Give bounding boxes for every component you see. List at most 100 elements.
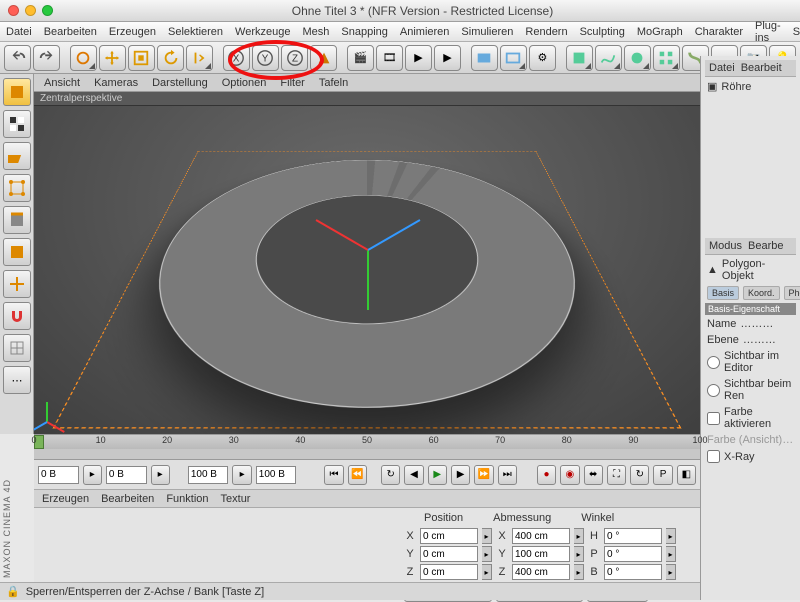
redo-button[interactable] [33, 45, 60, 71]
vis-editor[interactable]: Sichtbar im Editor [705, 349, 796, 375]
menu-item[interactable]: Mesh [302, 26, 329, 38]
play-button[interactable]: ▶ [428, 465, 447, 485]
texture-mode-button[interactable] [3, 110, 31, 138]
autokey-button[interactable]: ◉ [560, 465, 579, 485]
spinner-icon[interactable]: ▸ [482, 528, 492, 544]
pos-field[interactable]: 0 cm [420, 528, 478, 544]
magnet-button[interactable] [3, 302, 31, 330]
menu-item[interactable]: Selektieren [168, 26, 223, 38]
pos-field[interactable]: 0 cm [420, 546, 478, 562]
menu-item[interactable]: MoGraph [637, 26, 683, 38]
move-button[interactable] [99, 45, 126, 71]
menu-item[interactable]: Charakter [695, 26, 743, 38]
undo-button[interactable] [4, 45, 31, 71]
spinner-icon[interactable]: ▸ [482, 546, 492, 562]
view-menu-item[interactable]: Filter [280, 77, 304, 89]
spline-button[interactable] [595, 45, 622, 71]
panel-tab[interactable]: Bearbe [748, 240, 783, 252]
timeline[interactable]: 0102030405060708090100 [34, 434, 700, 460]
next-key-button[interactable]: ⏩ [474, 465, 493, 485]
point-mode-button[interactable] [3, 174, 31, 202]
view-menu-item[interactable]: Kameras [94, 77, 138, 89]
view-menu-item[interactable]: Tafeln [319, 77, 348, 89]
tab-item[interactable]: Erzeugen [42, 493, 89, 505]
anim-button-4[interactable]: ▶ [434, 45, 461, 71]
menu-item[interactable]: Plug-ins [755, 20, 781, 44]
angle-field[interactable]: 0 ° [604, 546, 662, 562]
generator-button[interactable] [624, 45, 651, 71]
menu-item[interactable]: Bearbeiten [44, 26, 97, 38]
make-editable-button[interactable]: 🎬 [347, 45, 374, 71]
close-icon[interactable] [8, 5, 19, 16]
key-rot-button[interactable]: ↻ [630, 465, 649, 485]
color-enable[interactable]: Farbe aktivieren [705, 405, 796, 431]
prev-frame-button[interactable]: ◀ [404, 465, 423, 485]
xray-toggle[interactable]: X-Ray [705, 449, 796, 464]
spinner-icon[interactable]: ▸ [666, 546, 676, 562]
tab-basis[interactable]: Basis [707, 286, 739, 300]
render-settings-button[interactable]: ⚙ [529, 45, 556, 71]
next-frame-button[interactable]: ▶ [451, 465, 470, 485]
record-button[interactable]: ● [537, 465, 556, 485]
minimize-icon[interactable] [25, 5, 36, 16]
anim-button-2[interactable]: 🎞 [376, 45, 403, 71]
spinner-icon[interactable]: ▸ [666, 564, 676, 580]
lock-x-button[interactable]: X [223, 45, 250, 71]
coord-system-button[interactable] [310, 45, 337, 71]
spinner-icon[interactable]: ▸ [83, 465, 102, 485]
model-mode-button[interactable] [3, 78, 31, 106]
snap-button[interactable] [3, 334, 31, 362]
goto-start-button[interactable]: ⏮ [324, 465, 343, 485]
render-region-button[interactable] [500, 45, 527, 71]
frame-end-field[interactable]: 100 B [188, 466, 229, 484]
tab-item[interactable]: Bearbeiten [101, 493, 154, 505]
key-param-button[interactable]: P [653, 465, 672, 485]
array-button[interactable] [653, 45, 680, 71]
dim-field[interactable]: 400 cm [512, 528, 570, 544]
lock-z-button[interactable]: Z [281, 45, 308, 71]
tab-coord[interactable]: Koord. [743, 286, 780, 300]
menu-item[interactable]: Datei [6, 26, 32, 38]
polygon-mode-button[interactable] [3, 238, 31, 266]
axis-button[interactable] [3, 270, 31, 298]
angle-field[interactable]: 0 ° [604, 528, 662, 544]
menu-item[interactable]: Skript [793, 26, 800, 38]
prev-key-button[interactable]: ⏪ [348, 465, 367, 485]
view-menu-item[interactable]: Darstellung [152, 77, 208, 89]
key-scale-button[interactable]: ⛶ [607, 465, 626, 485]
object-row[interactable]: ▣ Röhre [705, 79, 796, 94]
menu-item[interactable]: Snapping [341, 26, 388, 38]
menu-item[interactable]: Erzeugen [109, 26, 156, 38]
menu-item[interactable]: Rendern [525, 26, 567, 38]
render-view-button[interactable] [471, 45, 498, 71]
spinner-icon[interactable]: ▸ [666, 528, 676, 544]
primitive-button[interactable] [566, 45, 593, 71]
tab-phong[interactable]: Pho [784, 286, 800, 300]
dim-field[interactable]: 100 cm [512, 546, 570, 562]
key-pos-button[interactable]: ⬌ [584, 465, 603, 485]
menu-item[interactable]: Simulieren [461, 26, 513, 38]
spinner-icon[interactable]: ▸ [151, 465, 170, 485]
zoom-icon[interactable] [42, 5, 53, 16]
misc-button[interactable]: ⋯ [3, 366, 31, 394]
loop-button[interactable]: ↻ [381, 465, 400, 485]
menu-item[interactable]: Sculpting [580, 26, 625, 38]
panel-tab[interactable]: Modus [709, 240, 742, 252]
panel-tab[interactable]: Datei [709, 62, 735, 74]
workplane-button[interactable] [3, 142, 31, 170]
dim-field[interactable]: 400 cm [512, 564, 570, 580]
menu-item[interactable]: Werkzeuge [235, 26, 290, 38]
spinner-icon[interactable]: ▸ [232, 465, 251, 485]
rotate-button[interactable] [157, 45, 184, 71]
spinner-icon[interactable]: ▸ [574, 546, 584, 562]
spinner-icon[interactable]: ▸ [574, 528, 584, 544]
panel-tab[interactable]: Bearbeit [741, 62, 782, 74]
live-select-button[interactable] [70, 45, 97, 71]
viewport[interactable] [34, 106, 700, 434]
spinner-icon[interactable]: ▸ [574, 564, 584, 580]
goto-end-button[interactable]: ⏭ [498, 465, 517, 485]
edge-mode-button[interactable] [3, 206, 31, 234]
tab-item[interactable]: Textur [221, 493, 251, 505]
frame-start-field[interactable]: 0 B [38, 466, 79, 484]
view-menu-item[interactable]: Ansicht [44, 77, 80, 89]
